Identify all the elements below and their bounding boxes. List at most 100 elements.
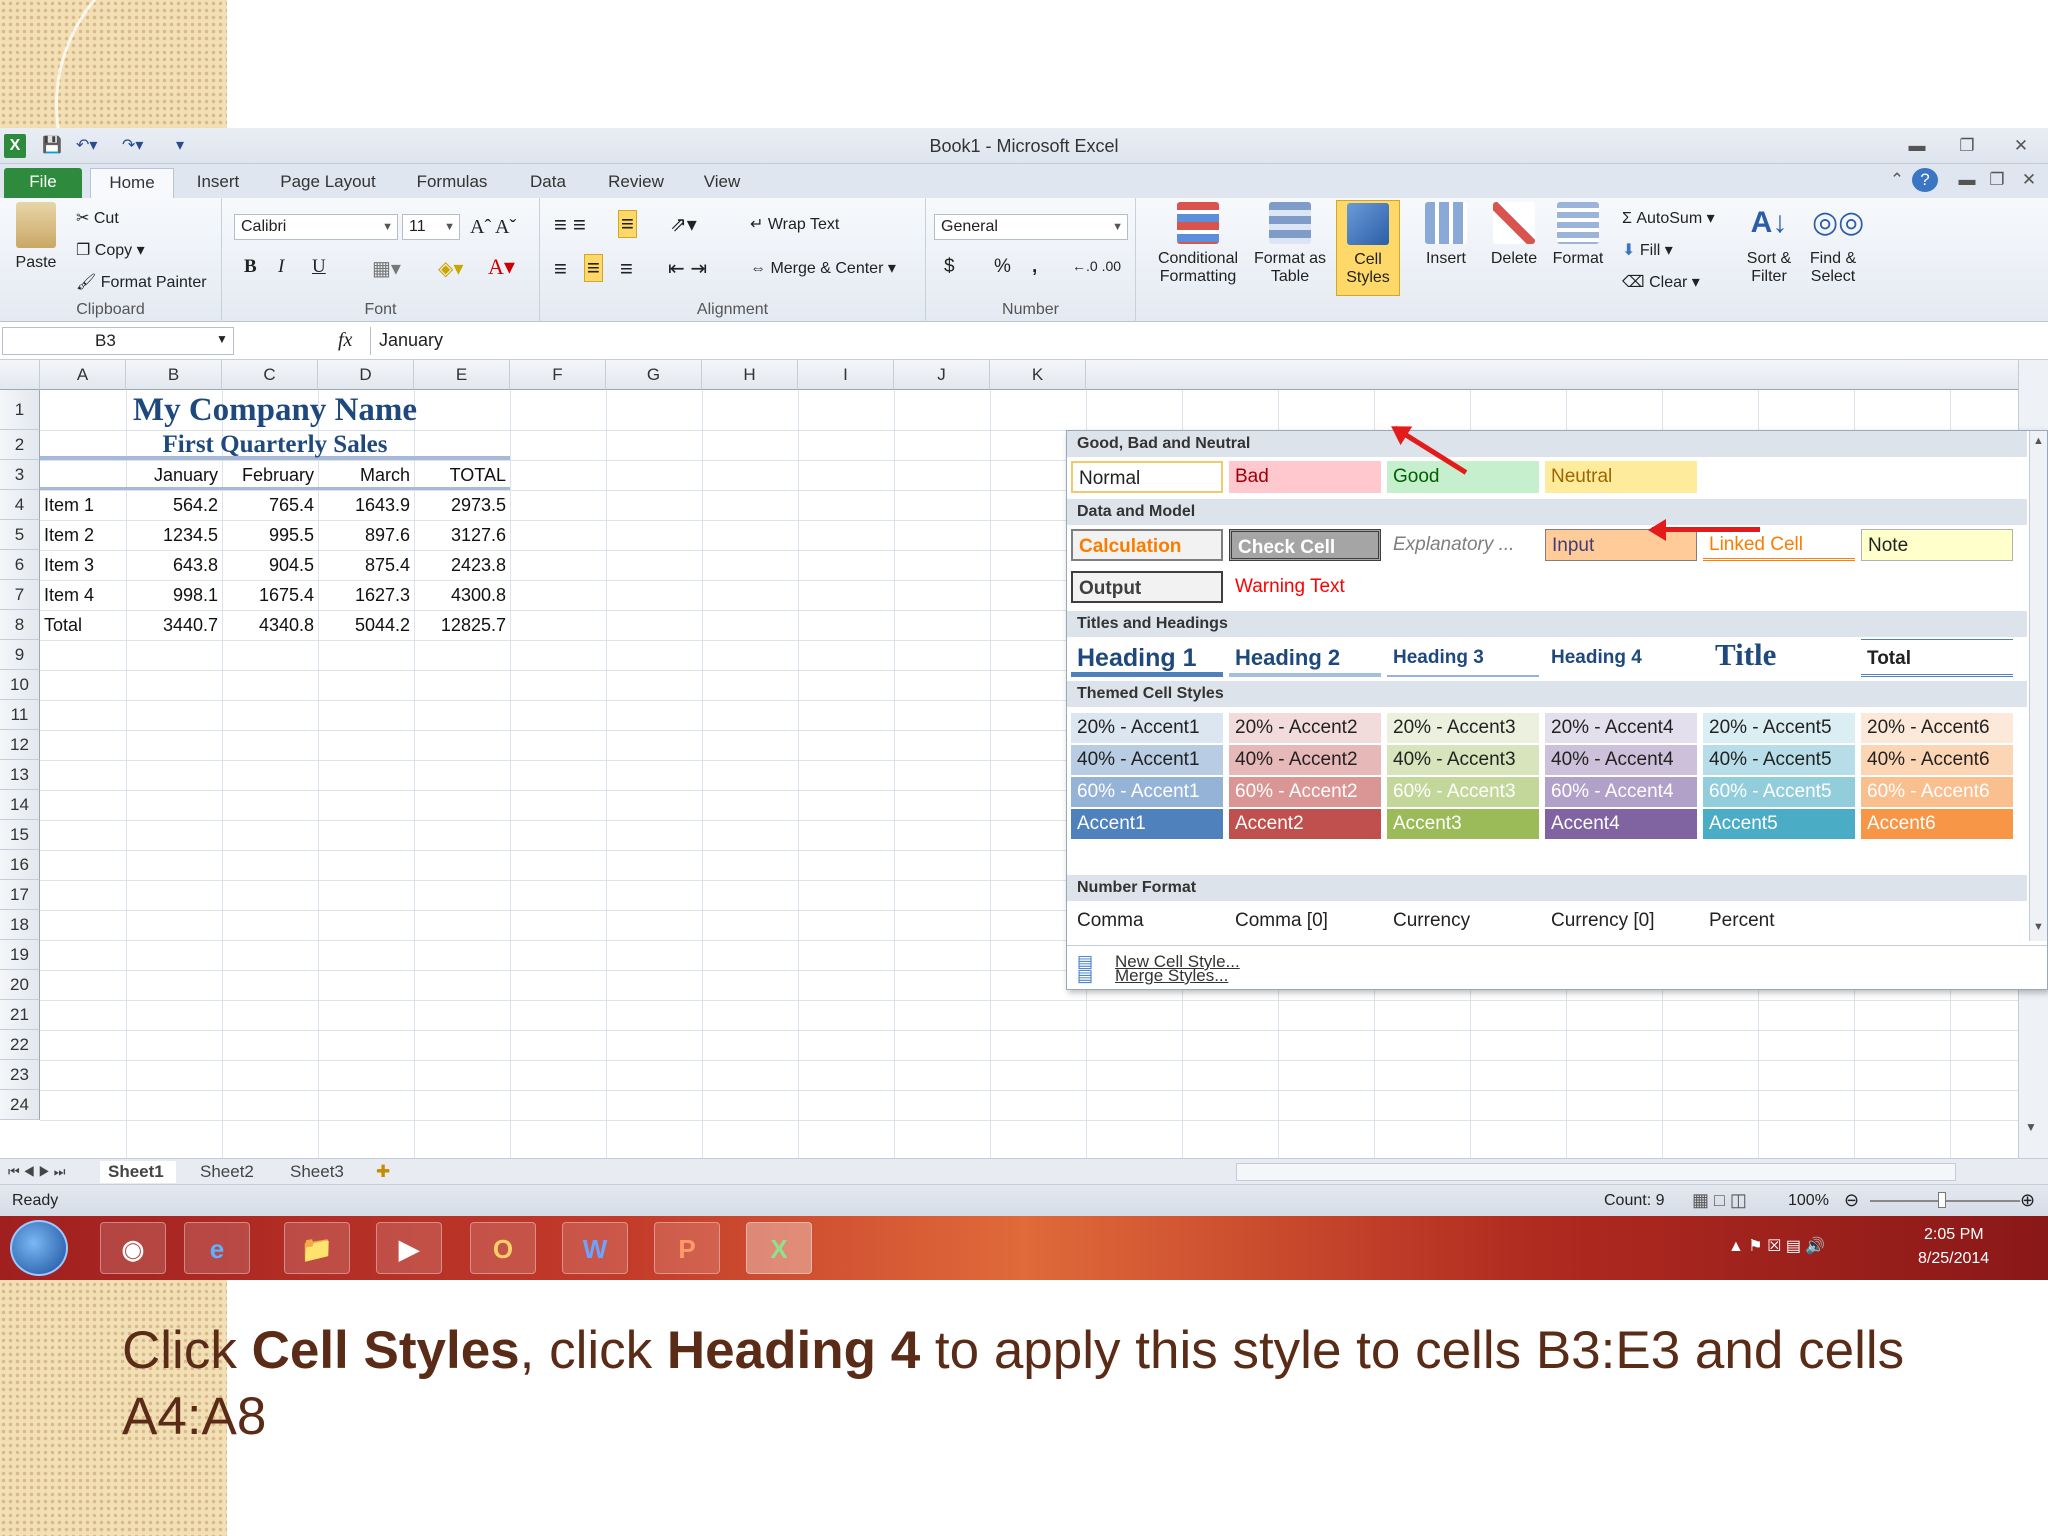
italic-button[interactable]: I	[278, 256, 284, 278]
row-header[interactable]: 16	[0, 850, 40, 880]
row-header[interactable]: 14	[0, 790, 40, 820]
doc-restore-icon[interactable]: ❐	[1980, 168, 2014, 192]
view-buttons-icon[interactable]: ▦ □ ◫	[1692, 1190, 1747, 1211]
style-accent40-4[interactable]: 40% - Accent4	[1545, 745, 1697, 775]
value-cell[interactable]: 4340.8	[222, 610, 318, 640]
sheet-tab-sheet3[interactable]: Sheet3	[282, 1161, 344, 1183]
style-accent-1[interactable]: Accent1	[1071, 809, 1223, 839]
style-input[interactable]: Input	[1545, 529, 1697, 561]
value-cell[interactable]: 3127.6	[414, 520, 510, 550]
row-header[interactable]: 3	[0, 460, 40, 490]
align-right-icon[interactable]: ≡	[620, 256, 633, 282]
tray-icons[interactable]: ▲ ⚑ ☒ ▤ 🔊	[1728, 1236, 1825, 1256]
minimize-icon[interactable]: ▬	[1900, 134, 1934, 158]
style-explanatory[interactable]: Explanatory ...	[1387, 529, 1539, 561]
paste-button[interactable]: Paste	[6, 202, 66, 272]
value-cell[interactable]: 897.6	[318, 520, 414, 550]
doc-close-icon[interactable]: ✕	[2012, 168, 2046, 192]
tab-file[interactable]: File	[4, 168, 82, 198]
row-header[interactable]: 24	[0, 1090, 40, 1120]
borders-icon[interactable]: ▦▾	[372, 256, 401, 281]
style-currency[interactable]: Currency	[1387, 905, 1539, 937]
value-cell[interactable]: 1234.5	[126, 520, 222, 550]
scroll-up-icon[interactable]: ▲	[2033, 435, 2044, 447]
orientation-icon[interactable]: ⇗▾	[670, 212, 697, 237]
style-accent20-5[interactable]: 20% - Accent5	[1703, 713, 1855, 743]
header-cell[interactable]: January	[126, 460, 222, 490]
style-accent60-6[interactable]: 60% - Accent6	[1861, 777, 2013, 807]
sheet-nav-icons[interactable]: ⏮ ◀ ▶ ⏭	[8, 1161, 65, 1183]
item-label-cell[interactable]: Item 1	[40, 490, 126, 520]
font-color-icon[interactable]: A▾	[488, 254, 515, 280]
style-accent-3[interactable]: Accent3	[1387, 809, 1539, 839]
column-header[interactable]: I	[798, 360, 894, 390]
horizontal-scrollbar[interactable]	[1236, 1163, 1956, 1181]
column-header[interactable]: J	[894, 360, 990, 390]
header-cell[interactable]: March	[318, 460, 414, 490]
item-label-cell[interactable]: Total	[40, 610, 126, 640]
indent-icon[interactable]: ⇤ ⇥	[668, 256, 707, 281]
chrome-icon[interactable]: ◉	[100, 1222, 166, 1274]
column-header[interactable]: D	[318, 360, 414, 390]
tab-formulas[interactable]: Formulas	[404, 168, 500, 198]
row-header[interactable]: 6	[0, 550, 40, 580]
value-cell[interactable]: 2423.8	[414, 550, 510, 580]
style-accent20-2[interactable]: 20% - Accent2	[1229, 713, 1381, 743]
tab-page-layout[interactable]: Page Layout	[268, 168, 388, 198]
media-player-icon[interactable]: ▶	[376, 1222, 442, 1274]
style-normal[interactable]: Normal	[1071, 461, 1223, 493]
name-box[interactable]: B3	[2, 327, 234, 355]
row-header[interactable]: 12	[0, 730, 40, 760]
empty-cell[interactable]	[40, 460, 126, 490]
row-header[interactable]: 7	[0, 580, 40, 610]
value-cell[interactable]: 1643.9	[318, 490, 414, 520]
tab-insert[interactable]: Insert	[182, 168, 254, 198]
chevron-down-icon[interactable]: ▼	[216, 332, 228, 346]
row-header[interactable]: 5	[0, 520, 40, 550]
row-header[interactable]: 10	[0, 670, 40, 700]
zoom-slider-thumb[interactable]	[1938, 1192, 1946, 1208]
percent-button[interactable]: %	[994, 256, 1011, 278]
align-left-icon[interactable]: ≡	[554, 256, 567, 282]
row-header[interactable]: 22	[0, 1030, 40, 1060]
file-explorer-icon[interactable]: 📁	[284, 1222, 350, 1274]
bold-button[interactable]: B	[244, 256, 257, 278]
column-header[interactable]: K	[990, 360, 1086, 390]
column-header[interactable]: A	[40, 360, 126, 390]
zoom-out-icon[interactable]: ⊖	[1844, 1190, 1859, 1211]
outlook-icon[interactable]: O	[470, 1222, 536, 1274]
cut-button[interactable]: ✂ Cut	[76, 208, 119, 228]
row-header[interactable]: 13	[0, 760, 40, 790]
sheet-tab-sheet2[interactable]: Sheet2	[192, 1161, 254, 1183]
row-header[interactable]: 4	[0, 490, 40, 520]
style-accent60-5[interactable]: 60% - Accent5	[1703, 777, 1855, 807]
align-center-icon[interactable]: ≡	[584, 254, 603, 282]
fill-color-icon[interactable]: ◈▾	[438, 256, 463, 281]
style-accent40-2[interactable]: 40% - Accent2	[1229, 745, 1381, 775]
header-cell[interactable]: TOTAL	[414, 460, 510, 490]
value-cell[interactable]: 1675.4	[222, 580, 318, 610]
style-accent-5[interactable]: Accent5	[1703, 809, 1855, 839]
style-heading-1[interactable]: Heading 1	[1071, 639, 1223, 677]
style-note[interactable]: Note	[1861, 529, 2013, 561]
scroll-down-icon[interactable]: ▼	[2025, 1120, 2037, 1134]
excel-taskbar-icon[interactable]: X	[746, 1222, 812, 1274]
insert-function-icon[interactable]: fx	[338, 329, 352, 352]
style-calculation[interactable]: Calculation	[1071, 529, 1223, 561]
align-bottom-icon[interactable]: ≡	[618, 210, 637, 238]
select-all-corner[interactable]	[0, 360, 40, 390]
gallery-scrollbar[interactable]: ▲ ▼	[2029, 431, 2047, 941]
word-icon[interactable]: W	[562, 1222, 628, 1274]
style-check-cell[interactable]: Check Cell	[1229, 529, 1381, 561]
copy-button[interactable]: ❐ Copy ▾	[76, 240, 145, 260]
item-label-cell[interactable]: Item 2	[40, 520, 126, 550]
tab-data[interactable]: Data	[516, 168, 580, 198]
font-size-select[interactable]: 11 ▼	[402, 214, 460, 240]
merge-center-button[interactable]: ⇔ Merge & Center ▾	[750, 258, 896, 278]
row-header[interactable]: 18	[0, 910, 40, 940]
style-neutral[interactable]: Neutral	[1545, 461, 1697, 493]
style-accent-6[interactable]: Accent6	[1861, 809, 2013, 839]
style-currency-0[interactable]: Currency [0]	[1545, 905, 1697, 937]
close-icon[interactable]: ✕	[2004, 134, 2038, 158]
style-warning-text[interactable]: Warning Text	[1229, 571, 1381, 603]
